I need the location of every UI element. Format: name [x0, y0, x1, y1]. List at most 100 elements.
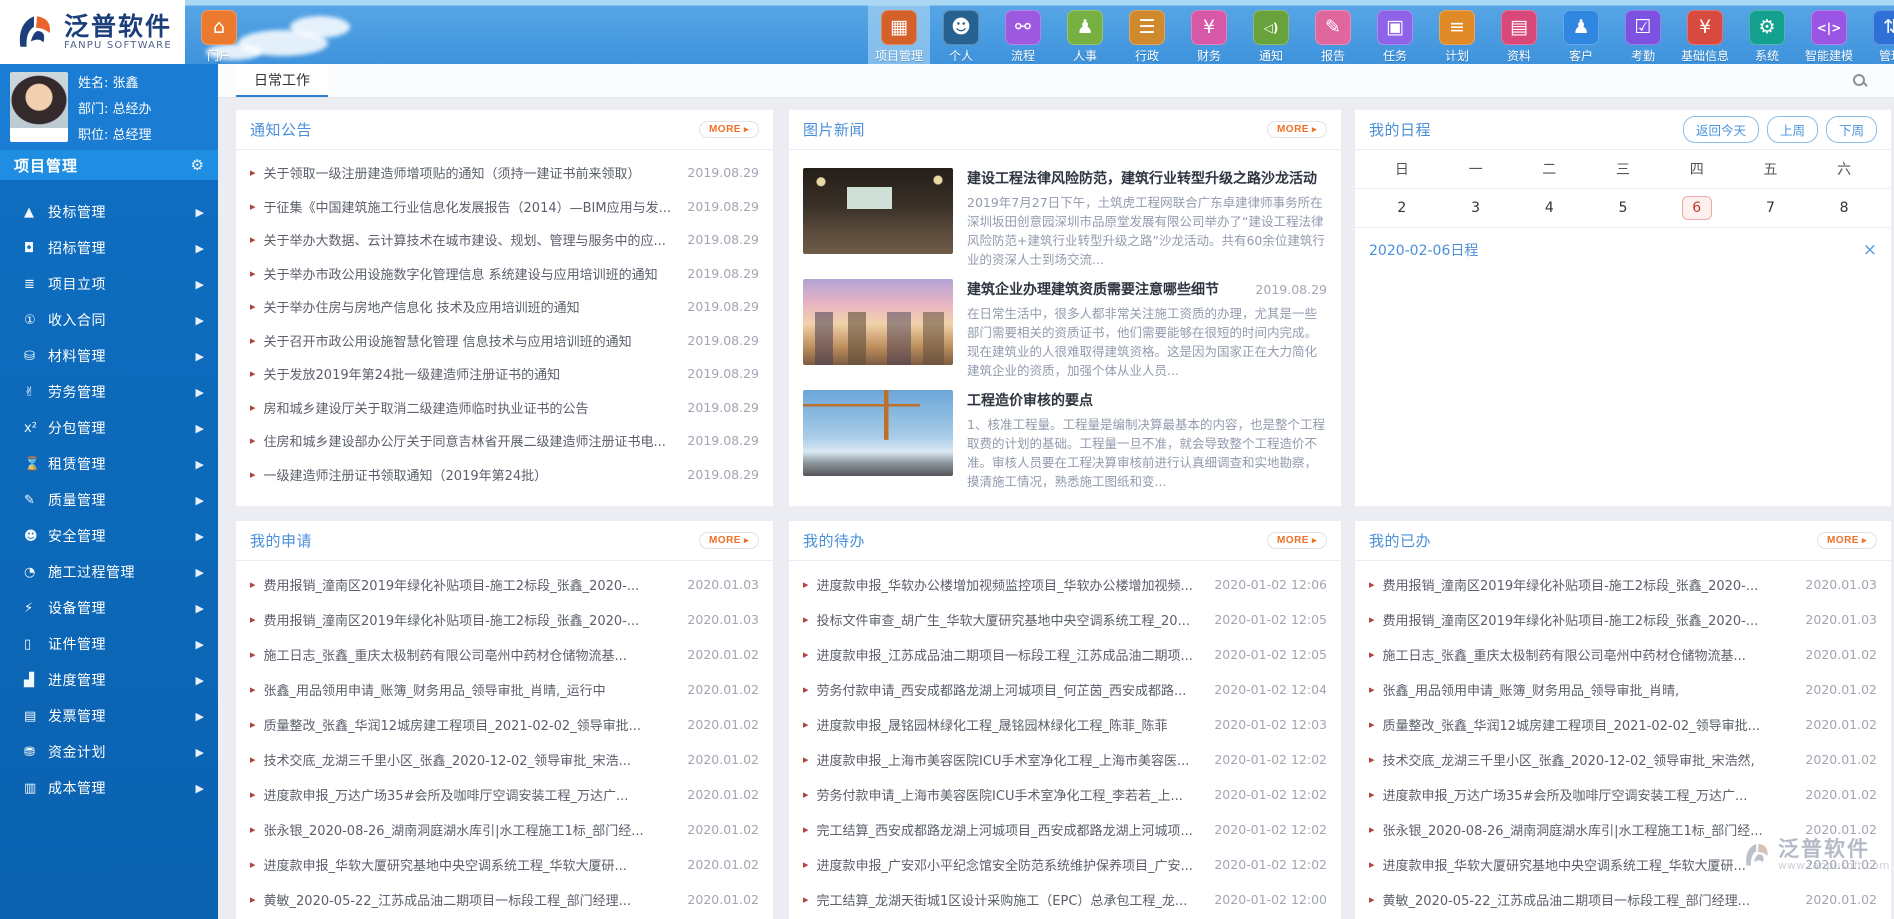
application-item[interactable]: ▸ 张永银_2020-08-26_湖南洞庭湖水库引|水工程施工1标_部门经...… — [250, 812, 759, 847]
toolbar-item-attendance[interactable]: ☑ 考勤 — [1612, 5, 1674, 64]
notice-item[interactable]: ▸ 住房和城乡建设部办公厅关于同意吉林省开展二级建造师注册证书电... 2019… — [250, 424, 759, 458]
todo-item[interactable]: ▸ 完工结算_西安成都路龙湖上河城项目_西安成都路龙湖上河城项... 2020-… — [803, 812, 1327, 847]
sidebar-item-quality[interactable]: ✎ 质量管理 ▶ — [0, 482, 218, 518]
application-item[interactable]: ▸ 进度款申报_华软大厦研究基地中央空调系统工程_华软大厦研... 2020.0… — [250, 847, 759, 882]
toolbar-item-basic-info[interactable]: ¥ 基础信息 — [1674, 5, 1736, 64]
more-button-news[interactable]: MORE ▸ — [1267, 121, 1327, 138]
sidebar-item-certificates[interactable]: ▯ 证件管理 ▶ — [0, 626, 218, 662]
more-button-applications[interactable]: MORE ▸ — [699, 532, 759, 549]
more-button-done[interactable]: MORE ▸ — [1817, 532, 1877, 549]
calendar-date-selected[interactable]: 6 — [1660, 189, 1734, 227]
notice-item[interactable]: ▸ 关于发放2019年第24批一级建造师注册证书的通知 2019.08.29 — [250, 357, 759, 391]
gear-icon[interactable]: ⚙ — [191, 156, 204, 174]
calendar-date[interactable]: 2 — [1365, 189, 1439, 227]
toolbar-item-finance[interactable]: ¥ 财务 — [1178, 5, 1240, 64]
todo-item[interactable]: ▸ 进度款申报_广安邓小平纪念馆安全防范系统维护保养项目_广安... 2020-… — [803, 847, 1327, 882]
notice-item[interactable]: ▸ 关于领取一级注册建造师增项贴的通知（须持一建证书前来领取） 2019.08.… — [250, 156, 759, 190]
news-title[interactable]: 工程造价审核的要点 — [967, 390, 1093, 410]
todo-item[interactable]: ▸ 进度款申报_晟铭园林绿化工程_晟铭园林绿化工程_陈菲_陈菲 2020-01-… — [803, 707, 1327, 742]
todo-item[interactable]: ▸ 投标文件审查_胡广生_华软大厦研究基地中央空调系统工程_20... 2020… — [803, 602, 1327, 637]
calendar-date[interactable]: 5 — [1586, 189, 1660, 227]
done-item[interactable]: ▸ 费用报销_潼南区2019年绿化补贴项目-施工2标段_张鑫_2020-... … — [1369, 567, 1877, 602]
more-button-todos[interactable]: MORE ▸ — [1267, 532, 1327, 549]
news-item[interactable]: 工程造价审核的要点 1、核准工程量。工程量是编制决算最基本的内容，也是整个工程取… — [803, 390, 1327, 487]
application-item[interactable]: ▸ 张鑫_用品领用申请_账簿_财务用品_领导审批_肖晴,_运行中 2020.01… — [250, 672, 759, 707]
application-item[interactable]: ▸ 施工日志_张鑫_重庆太极制药有限公司亳州中药材仓储物流基... 2020.0… — [250, 637, 759, 672]
application-item[interactable]: ▸ 黄敏_2020-05-22_江苏成品油二期项目一标段工程_部门经理... 2… — [250, 882, 759, 917]
done-item[interactable]: ▸ 进度款申报_万达广场35#会所及咖啡厅空调安装工程_万达广... 2020.… — [1369, 777, 1877, 812]
todo-item[interactable]: ▸ 劳务付款申请_上海市美容医院ICU手术室净化工程_李若若_上... 2020… — [803, 777, 1327, 812]
sidebar-item-labor[interactable]: ✌ 劳务管理 ▶ — [0, 374, 218, 410]
toolbar-item-notification[interactable]: ◁) 通知 — [1240, 5, 1302, 64]
calendar-date[interactable]: 3 — [1439, 189, 1513, 227]
sidebar-item-equipment[interactable]: ⚡ 设备管理 ▶ — [0, 590, 218, 626]
more-button-notices[interactable]: MORE ▸ — [699, 121, 759, 138]
todo-item[interactable]: ▸ 进度款申报_华软办公楼增加视频监控项目_华软办公楼增加视频... 2020-… — [803, 567, 1327, 602]
sidebar-item-income-contract[interactable]: ① 收入合同 ▶ — [0, 302, 218, 338]
close-icon[interactable]: × — [1863, 242, 1877, 259]
toolbar-item-system[interactable]: ⚙ 系统 — [1736, 5, 1798, 64]
news-item[interactable]: 建设工程法律风险防范，建筑行业转型升级之路沙龙活动 2019年7月27日下午，土… — [803, 168, 1327, 265]
sidebar-item-safety[interactable]: ☻ 安全管理 ▶ — [0, 518, 218, 554]
done-item[interactable]: ▸ 技术交底_龙湖三千里小区_张鑫_2020-12-02_领导审批_宋浩然, 2… — [1369, 742, 1877, 777]
calendar-next-week-button[interactable]: 下周 — [1826, 116, 1877, 143]
calendar-today-button[interactable]: 返回今天 — [1683, 116, 1759, 143]
calendar-prev-week-button[interactable]: 上周 — [1767, 116, 1818, 143]
sidebar-item-project-initiation[interactable]: ≣ 项目立项 ▶ — [0, 266, 218, 302]
search-key-icon[interactable] — [1852, 73, 1868, 89]
done-item[interactable]: ▸ 费用报销_潼南区2019年绿化补贴项目-施工2标段_张鑫_2020-... … — [1369, 602, 1877, 637]
report-icon: ✎ — [1315, 10, 1351, 45]
toolbar-item-hr[interactable]: ♟ 人事 — [1054, 5, 1116, 64]
toolbar-item-personal[interactable]: ☻ 个人 — [930, 5, 992, 64]
calendar-date[interactable]: 8 — [1807, 189, 1881, 227]
notice-item[interactable]: ▸ 一级建造师注册证书领取通知（2019年第24批） 2019.08.29 — [250, 458, 759, 492]
notice-item[interactable]: ▸ 房和城乡建设厅关于取消二级建造师临时执业证书的公告 2019.08.29 — [250, 391, 759, 425]
done-item[interactable]: ▸ 张鑫_用品领用申请_账簿_财务用品_领导审批_肖晴, 2020.01.02 — [1369, 672, 1877, 707]
todo-item[interactable]: ▸ 完工结算_龙湖天街城1区设计采购施工（EPC）总承包工程_龙... 2020… — [803, 882, 1327, 917]
sidebar-item-subcontract[interactable]: x² 分包管理 ▶ — [0, 410, 218, 446]
calendar-date[interactable]: 7 — [1734, 189, 1808, 227]
done-item[interactable]: ▸ 质量整改_张鑫_华润12城房建工程项目_2021-02-02_领导审批...… — [1369, 707, 1877, 742]
toolbar-item-smart-modeling[interactable]: <|> 智能建模 — [1798, 5, 1860, 64]
done-item[interactable]: ▸ 施工日志_张鑫_重庆太极制药有限公司亳州中药材仓储物流基... 2020.0… — [1369, 637, 1877, 672]
sidebar-item-materials[interactable]: ⛁ 材料管理 ▶ — [0, 338, 218, 374]
sidebar-item-capital-plan[interactable]: ⛃ 资金计划 ▶ — [0, 734, 218, 770]
application-item[interactable]: ▸ 费用报销_潼南区2019年绿化补贴项目-施工2标段_张鑫_2020-... … — [250, 567, 759, 602]
toolbar-item-customer[interactable]: ♟ 客户 — [1550, 5, 1612, 64]
todo-item[interactable]: ▸ 进度款申报_上海市美容医院ICU手术室净化工程_上海市美容医... 2020… — [803, 742, 1327, 777]
sidebar-item-progress[interactable]: ▟ 进度管理 ▶ — [0, 662, 218, 698]
sidebar-item-bidding[interactable]: ▲ 投标管理 ▶ — [0, 194, 218, 230]
toolbar-item-admin[interactable]: ☰ 行政 — [1116, 5, 1178, 64]
tab-daily-work[interactable]: 日常工作 — [236, 64, 328, 97]
toolbar-item-management-partial[interactable]: ⇅ 管理 — [1860, 5, 1894, 64]
application-item[interactable]: ▸ 费用报销_潼南区2019年绿化补贴项目-施工2标段_张鑫_2020-... … — [250, 602, 759, 637]
notice-item[interactable]: ▸ 关于举办市政公用设施数字化管理信息 系统建设与应用培训班的通知 2019.0… — [250, 257, 759, 291]
notice-item[interactable]: ▸ 关于举办大数据、云计算技术在城市建设、规划、管理与服务中的应... 2019… — [250, 223, 759, 257]
sidebar-section-header[interactable]: 项目管理 ⚙ — [0, 150, 218, 180]
toolbar-item-documents[interactable]: ▤ 资料 — [1488, 5, 1550, 64]
done-item[interactable]: ▸ 黄敏_2020-05-22_江苏成品油二期项目一标段工程_部门经理... 2… — [1369, 882, 1877, 917]
toolbar-item-report[interactable]: ✎ 报告 — [1302, 5, 1364, 64]
application-item[interactable]: ▸ 技术交底_龙湖三千里小区_张鑫_2020-12-02_领导审批_宋浩... … — [250, 742, 759, 777]
calendar-date[interactable]: 4 — [1512, 189, 1586, 227]
news-item[interactable]: 建筑企业办理建筑资质需要注意哪些细节 2019.08.29 在日常生活中，很多人… — [803, 279, 1327, 376]
notice-item[interactable]: ▸ 关于举办住房与房地产信息化 技术及应用培训班的通知 2019.08.29 — [250, 290, 759, 324]
todo-item[interactable]: ▸ 劳务付款申请_西安成都路龙湖上河城项目_何芷茵_西安成都路... 2020-… — [803, 672, 1327, 707]
toolbar-item-plan[interactable]: ≡ 计划 — [1426, 5, 1488, 64]
sidebar-item-cost[interactable]: ▥ 成本管理 ▶ — [0, 770, 218, 806]
sidebar-item-invoice[interactable]: ▤ 发票管理 ▶ — [0, 698, 218, 734]
toolbar-item-project-management[interactable]: ▦ 项目管理 — [868, 5, 930, 64]
todo-item[interactable]: ▸ 进度款申报_江苏成品油二期项目一标段工程_江苏成品油二期项... 2020-… — [803, 637, 1327, 672]
news-title[interactable]: 建设工程法律风险防范，建筑行业转型升级之路沙龙活动 — [967, 168, 1317, 188]
toolbar-item-portal[interactable]: ⌂ 门户 — [188, 5, 250, 64]
application-item[interactable]: ▸ 进度款申报_万达广场35#会所及咖啡厅空调安装工程_万达广... 2020.… — [250, 777, 759, 812]
toolbar-item-task[interactable]: ▣ 任务 — [1364, 5, 1426, 64]
news-title[interactable]: 建筑企业办理建筑资质需要注意哪些细节 — [967, 279, 1219, 299]
sidebar-item-construction-process[interactable]: ◔ 施工过程管理 ▶ — [0, 554, 218, 590]
application-item[interactable]: ▸ 质量整改_张鑫_华润12城房建工程项目_2021-02-02_领导审批...… — [250, 707, 759, 742]
sidebar-item-tendering[interactable]: ◘ 招标管理 ▶ — [0, 230, 218, 266]
sidebar-item-leasing[interactable]: ⌛ 租赁管理 ▶ — [0, 446, 218, 482]
notice-item[interactable]: ▸ 关于召开市政公用设施智慧化管理 信息技术与应用培训班的通知 2019.08.… — [250, 324, 759, 358]
toolbar-item-workflow[interactable]: ⚯ 流程 — [992, 5, 1054, 64]
notice-item[interactable]: ▸ 于征集《中国建筑施工行业信息化发展报告（2014）—BIM应用与发... 2… — [250, 190, 759, 224]
